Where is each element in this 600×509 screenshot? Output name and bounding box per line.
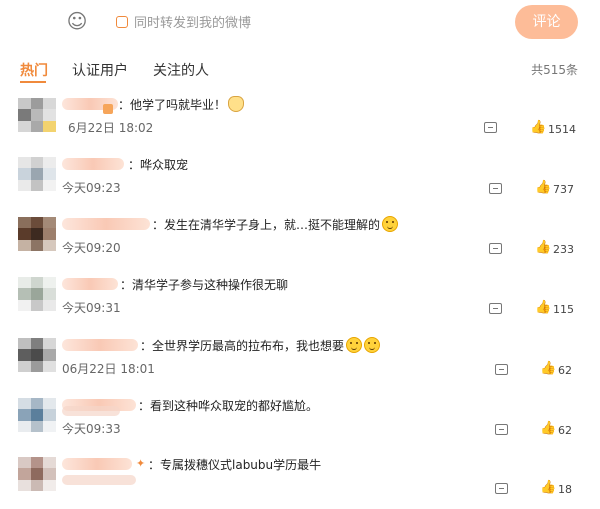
username[interactable] <box>62 218 150 230</box>
comment-text: ：清华学子参与这种操作很无聊 <box>120 278 289 292</box>
avatar[interactable] <box>18 157 56 191</box>
avatar[interactable] <box>18 277 56 311</box>
comment-time: 今天09:33 <box>62 422 121 436</box>
username-extra <box>62 475 136 485</box>
tongue-emoji-icon <box>364 337 381 353</box>
like-icon[interactable]: 👍 <box>535 181 551 194</box>
fan-badge-icon: ✦ <box>136 457 146 470</box>
like-count: 62 <box>558 424 572 437</box>
tongue-emoji-icon <box>346 337 363 353</box>
comment-submit-button[interactable]: 评论 <box>515 5 578 39</box>
reply-icon[interactable] <box>495 483 508 494</box>
like-count: 737 <box>553 183 574 196</box>
comment-text: ：哗众取宠 <box>128 158 189 172</box>
like-icon[interactable]: 👍 <box>540 422 556 435</box>
like-icon[interactable]: 👍 <box>540 362 556 375</box>
comment-text: ：发生在清华学子身上，就…挺不能理解的 <box>152 216 399 233</box>
username[interactable] <box>62 339 138 351</box>
like-count: 115 <box>553 303 574 316</box>
tab-active-indicator <box>20 81 46 83</box>
like-icon[interactable]: 👍 <box>540 481 556 494</box>
comment-time: 06月22日 18:01 <box>62 362 155 376</box>
comment-item: ：看到这种哗众取宠的都好尴尬。 今天09:33 👍 62 <box>0 396 600 450</box>
comment-count: 共515条 <box>531 63 578 77</box>
avatar[interactable] <box>18 398 56 432</box>
like-count: 1514 <box>548 123 576 136</box>
avatar[interactable] <box>18 217 56 251</box>
like-icon[interactable]: 👍 <box>535 241 551 254</box>
reply-icon[interactable] <box>489 243 502 254</box>
avatar[interactable] <box>18 457 56 491</box>
comment-item: ：清华学子参与这种操作很无聊 今天09:31 👍 115 <box>0 275 600 329</box>
cat-emoji-icon <box>228 96 245 112</box>
comment-tabs: 热门 认证用户 关注的人 共515条 <box>0 52 600 86</box>
reply-icon[interactable] <box>495 424 508 435</box>
reply-icon[interactable] <box>489 183 502 194</box>
comment-time: 今天09:23 <box>62 181 121 195</box>
like-icon[interactable]: 👍 <box>535 301 551 314</box>
like-count: 233 <box>553 243 574 256</box>
comment-item: ：发生在清华学子身上，就…挺不能理解的 今天09:20 👍 233 <box>0 215 600 269</box>
like-icon[interactable]: 👍 <box>530 121 546 134</box>
tab-hot[interactable]: 热门 <box>20 60 48 80</box>
comment-item: ：哗众取宠 今天09:23 👍 737 <box>0 155 600 209</box>
username[interactable] <box>62 278 118 290</box>
reply-icon[interactable] <box>484 122 497 133</box>
comment-item: ：他学了吗就毕业！ 6月22日 18:02 👍 1514 <box>0 96 600 150</box>
reply-icon[interactable] <box>495 364 508 375</box>
reply-icon[interactable] <box>489 303 502 314</box>
tab-verified-users[interactable]: 认证用户 <box>72 60 128 80</box>
username[interactable] <box>62 458 132 470</box>
comment-composer: ☺ 同时转发到我的微博 评论 <box>0 0 600 44</box>
smiley-icon[interactable]: ☺ <box>66 10 88 32</box>
like-count: 62 <box>558 364 572 377</box>
comment-item: ✦ ：专属拨穗仪式labubu学历最牛 👍 18 <box>0 455 600 509</box>
comment-time: 今天09:31 <box>62 301 121 315</box>
tab-following[interactable]: 关注的人 <box>153 60 209 80</box>
comment-text: ：专属拨穗仪式labubu学历最牛 <box>148 458 322 472</box>
comment-text: ：他学了吗就毕业！ <box>118 96 245 113</box>
avatar[interactable] <box>18 338 56 372</box>
user-badge-icon <box>103 104 113 114</box>
comment-text: ：看到这种哗众取宠的都好尴尬。 <box>138 399 319 413</box>
avatar[interactable] <box>18 98 56 132</box>
like-count: 18 <box>558 483 572 496</box>
repost-option[interactable]: 同时转发到我的微博 <box>116 12 251 31</box>
comment-time: 6月22日 18:02 <box>68 121 154 135</box>
username[interactable] <box>62 158 124 170</box>
comment-time: 今天09:20 <box>62 241 121 255</box>
repost-label: 同时转发到我的微博 <box>134 16 252 31</box>
comment-item: ：全世界学历最高的拉布布，我也想要 06月22日 18:01 👍 62 <box>0 336 600 390</box>
username-extra <box>62 406 120 416</box>
repost-checkbox[interactable] <box>116 15 128 28</box>
smiley-emoji-icon <box>382 216 399 232</box>
comment-text: ：全世界学历最高的拉布布，我也想要 <box>140 337 381 354</box>
